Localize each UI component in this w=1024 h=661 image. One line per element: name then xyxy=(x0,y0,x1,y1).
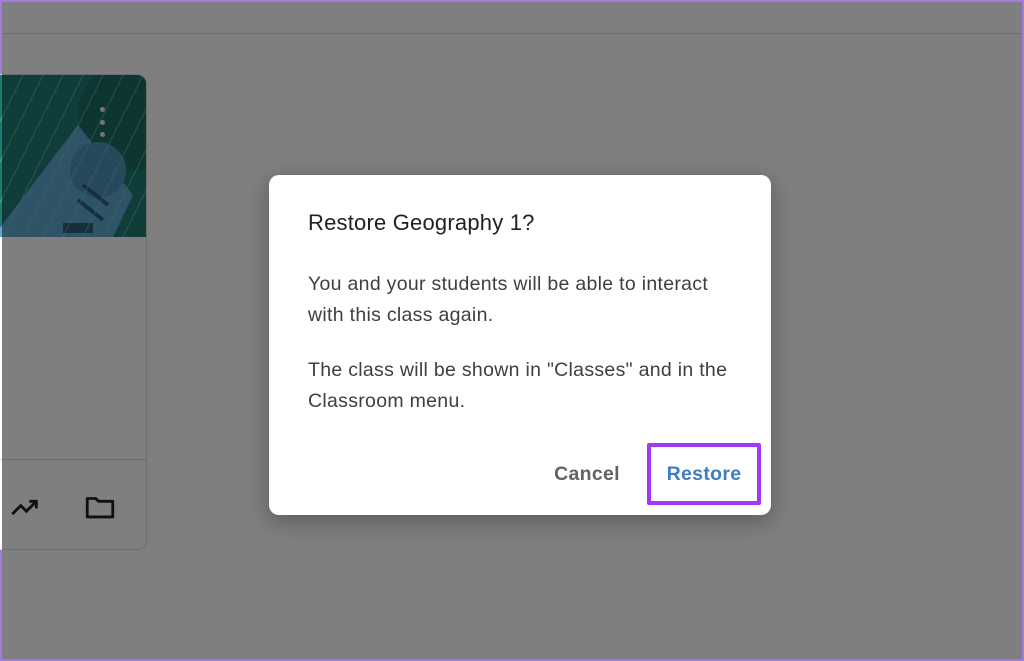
dialog-title: Restore Geography 1? xyxy=(308,210,535,235)
dialog-message: You and your students will be able to in… xyxy=(308,273,709,326)
restore-button[interactable]: Restore xyxy=(647,443,761,505)
restore-class-dialog: Restore Geography 1? You and your studen… xyxy=(269,175,771,515)
cancel-button[interactable]: Cancel xyxy=(537,454,637,494)
dialog-message-secondary: The class will be shown in "Classes" and… xyxy=(308,359,728,412)
page: Restore Geography 1? You and your studen… xyxy=(0,0,1024,661)
